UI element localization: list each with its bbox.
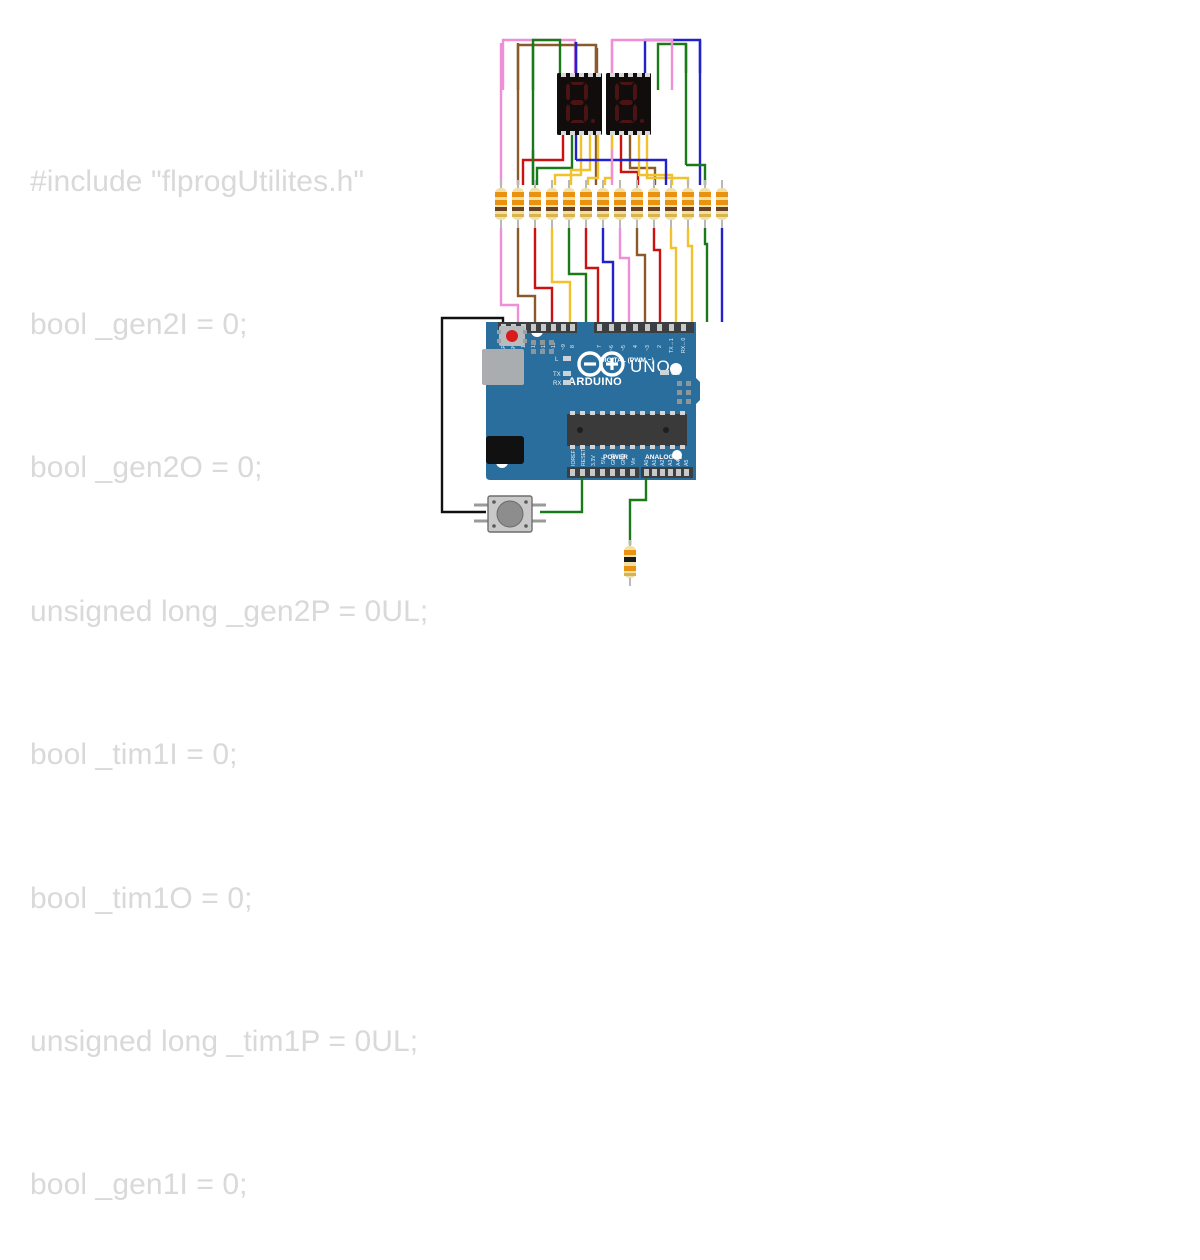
led-rx [563, 380, 571, 385]
led-on [660, 370, 669, 375]
pin-label: 8 [570, 345, 576, 348]
wire-bundle-to-board [499, 228, 724, 322]
reset-button[interactable] [497, 326, 527, 346]
led-tx [563, 371, 571, 376]
resistor[interactable] [512, 180, 524, 228]
power-header-label: POWER [603, 454, 628, 461]
circuit-editor-canvas: #include "flprogUtilites.h" bool _gen2I … [0, 0, 1200, 1201]
pulldown-wire [628, 478, 648, 545]
pin-label: 7 [597, 345, 603, 348]
analog-header[interactable] [641, 467, 693, 478]
pin-label: 2 [657, 345, 663, 348]
resistor[interactable] [614, 180, 626, 228]
led-label-rx: RX [553, 381, 561, 387]
led-l [563, 356, 571, 361]
resistor[interactable] [682, 180, 694, 228]
pulldown-resistor[interactable] [624, 540, 636, 586]
pin-label: ~9 [561, 344, 567, 350]
code-line: bool _tim1O = 0; [30, 881, 253, 915]
code-line: bool _tim1I = 0; [30, 738, 238, 772]
decimal-point [591, 119, 595, 123]
resistor[interactable] [699, 180, 711, 228]
button-signal-wire [540, 478, 584, 514]
led-label-tx: TX [553, 372, 561, 378]
breadboard-circuit[interactable]: AREF GND 13 12 ~11 ~10 ~9 8 7 ~6 ~5 4 ~3… [400, 0, 1200, 630]
arduino-uno-board[interactable]: AREF GND 13 12 ~11 ~10 ~9 8 7 ~6 ~5 4 ~3… [482, 322, 700, 480]
microcontroller-ic [567, 411, 687, 449]
code-line: bool _gen1I = 0; [30, 1168, 248, 1202]
seven-segment-display-ones[interactable] [606, 73, 651, 135]
power-header[interactable] [567, 467, 639, 478]
wire-bundle-bottom [540, 478, 648, 545]
pin-label: 4 [633, 345, 639, 348]
resistor[interactable] [563, 180, 575, 228]
resistor[interactable] [529, 180, 541, 228]
resistor[interactable] [495, 180, 507, 228]
pin-label: ~3 [645, 345, 651, 351]
pin-label: ~5 [621, 345, 627, 351]
led-label-on: ON [671, 371, 680, 377]
pin-label: 3.3V [591, 455, 597, 466]
pin-label: Vin [631, 457, 637, 465]
digital-header-right[interactable] [594, 322, 694, 333]
pin-label: IOREF [571, 450, 577, 466]
resistor[interactable] [665, 180, 677, 228]
power-jack[interactable] [486, 436, 524, 464]
resistor[interactable] [648, 180, 660, 228]
pin-label: ~6 [609, 345, 615, 351]
wire-bundle-mid [521, 135, 707, 185]
code-line: unsigned long _tim1P = 0UL; [30, 1024, 419, 1058]
resistor[interactable] [546, 180, 558, 228]
resistor[interactable] [597, 180, 609, 228]
usb-connector[interactable] [482, 349, 524, 385]
resistor[interactable] [580, 180, 592, 228]
pin-label: TX→1 [669, 338, 675, 353]
pushbutton[interactable] [474, 495, 546, 533]
pin-label: RX←0 [681, 338, 687, 353]
pin-label: RESET [581, 448, 587, 466]
seven-segment-display-tens[interactable] [557, 73, 602, 135]
resistor[interactable] [631, 180, 643, 228]
resistor[interactable] [716, 180, 728, 228]
resistor-array[interactable] [495, 180, 728, 228]
decimal-point [640, 119, 644, 123]
board-brand-text: ARDUINO [568, 376, 622, 388]
analog-header-label: ANALOG IN [645, 454, 682, 461]
pin-label: A5 [684, 460, 690, 466]
